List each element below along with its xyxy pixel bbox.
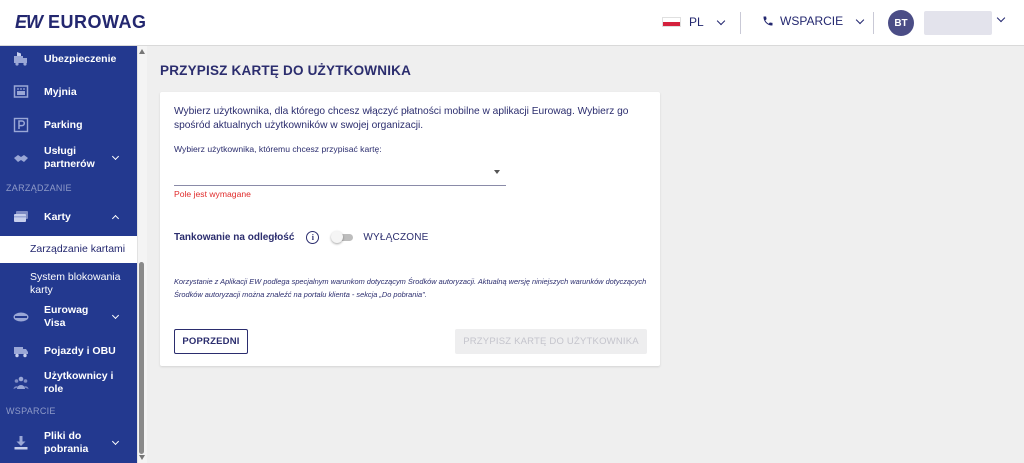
support-label: WSPARCIE [780,14,844,28]
user-avatar[interactable]: BT [888,10,914,36]
support-menu[interactable]: WSPARCIE [762,14,865,28]
scrollbar-thumb[interactable] [139,262,144,454]
sidebar-item-parking[interactable]: Parking [0,114,137,136]
dropdown-caret-icon [494,170,500,174]
language-selector[interactable]: PL [662,15,725,29]
user-select-underline [174,185,506,186]
assign-card-button[interactable]: PRZYPISZ KARTĘ DO UŻYTKOWNIKA [455,329,647,354]
chevron-down-icon [111,437,120,446]
sidebar-subitem-label: Zarządzanie kartami [30,243,126,255]
disclaimer-text: Korzystanie z Aplikacji EW podlega specj… [174,277,647,299]
logo-text: EUROWAG [48,12,147,32]
header-divider [873,12,874,34]
sidebar-subitem-card-blocking[interactable]: System blokowania karty [0,270,137,298]
handshake-icon [13,150,29,166]
remote-fueling-state: WYŁĄCZONE [363,231,429,243]
user-name-redacted[interactable] [924,11,992,35]
scroll-up-arrow-icon[interactable] [139,49,145,54]
info-icon[interactable]: i [306,230,320,244]
remote-fueling-label: Tankowanie na odległość [174,231,295,243]
user-select-label: Wybierz użytkownika, któremu chcesz przy… [174,144,382,154]
sidebar-item-vehicles-obu[interactable]: Pojazdy i OBU [0,340,137,362]
sidebar: Ubezpieczenie Myjnia Parking Usługi partn… [0,46,137,463]
user-select[interactable] [174,160,506,185]
scroll-down-arrow-icon[interactable] [139,455,145,460]
parking-icon [13,117,29,133]
sidebar-item-label: Użytkownicy i role [44,370,114,395]
sidebar-item-label: Pliki do pobrania [44,430,89,455]
language-label: PL [689,15,704,29]
section-label-management: ZARZĄDZANIE [6,183,72,193]
truck-shield-icon [13,51,29,67]
sidebar-item-label: Pojazdy i OBU [44,345,116,357]
sidebar-item-cards[interactable]: Karty [0,206,137,228]
sidebar-item-downloads[interactable]: Pliki do pobrania [0,428,137,458]
section-label-support: WSPARCIE [6,406,56,416]
visa-card-icon [13,309,29,325]
top-header: EW EUROWAG PL WSPARCIE BT [0,0,1024,46]
logo-mark: EW [15,12,43,32]
page-title: PRZYPISZ KARTĘ DO UŻYTKOWNIKA [160,63,412,78]
truck-icon [13,343,29,359]
remote-fueling-row: Tankowanie na odległość i WYŁĄCZONE [174,229,429,245]
chevron-up-icon [111,214,120,223]
download-icon [13,435,29,451]
chevron-down-icon [111,152,120,161]
validation-error: Pole jest wymagane [174,189,251,199]
sidebar-item-label: Myjnia [44,86,77,98]
chevron-down-icon [855,15,865,24]
sidebar-item-label: Parking [44,119,83,131]
chevron-down-icon [716,16,725,25]
poland-flag-icon [662,17,681,27]
sidebar-item-partner-services[interactable]: Usługi partnerów [0,142,137,174]
sidebar-item-label: Eurowag Visa [44,304,89,329]
sidebar-item-users-roles[interactable]: Użytkownicy i role [0,368,137,398]
intro-text: Wybierz użytkownika, dla którego chcesz … [174,106,629,131]
remote-fueling-toggle[interactable] [331,231,354,243]
sidebar-item-insurance[interactable]: Ubezpieczenie [0,48,137,70]
sidebar-item-label: Usługi partnerów [44,145,95,170]
assign-card-form: Wybierz użytkownika, dla którego chcesz … [160,92,660,366]
toggle-knob [331,231,344,243]
sidebar-subitem-card-management[interactable]: Zarządzanie kartami [0,236,137,263]
sidebar-subitem-label: System blokowania karty [30,271,121,296]
chevron-down-icon [111,311,120,320]
sidebar-item-car-wash[interactable]: Myjnia [0,81,137,103]
previous-button[interactable]: POPRZEDNI [174,329,248,354]
sidebar-item-label: Ubezpieczenie [44,53,117,65]
header-divider [740,12,741,34]
sidebar-item-label: Karty [44,211,71,223]
sidebar-item-eurowag-visa[interactable]: Eurowag Visa [0,302,137,332]
phone-icon [763,16,773,26]
users-icon [13,375,29,391]
user-menu-chevron-icon[interactable] [996,13,1006,23]
eurowag-logo[interactable]: EW EUROWAG [15,12,147,33]
cards-icon [13,209,29,225]
car-wash-icon [13,84,29,100]
